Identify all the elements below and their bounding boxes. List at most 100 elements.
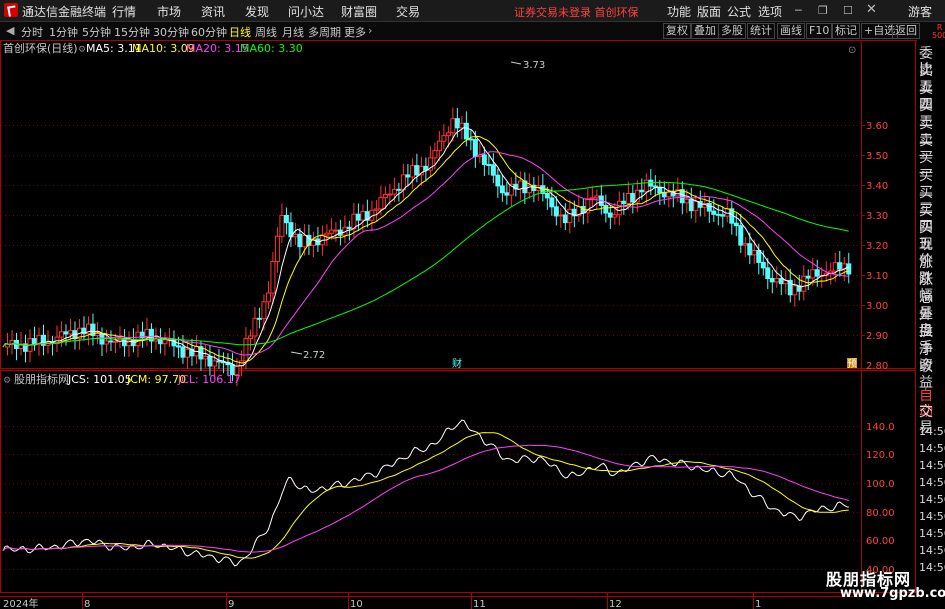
- candle-body: [486, 163, 492, 166]
- menu-jiaoyi[interactable]: 交易: [396, 3, 420, 20]
- candle-body: [630, 192, 636, 203]
- ytick-340: 3.40: [866, 181, 888, 192]
- period-fenshi[interactable]: 分时: [21, 24, 43, 40]
- tool-f10[interactable]: F10: [806, 23, 833, 39]
- xtick-jan: 1: [755, 599, 761, 609]
- stock-title: 首创环保(日线): [3, 41, 78, 55]
- candle-body: [558, 214, 564, 217]
- menu-shichang[interactable]: 市场: [157, 3, 181, 20]
- xtick-oct: 10: [350, 599, 363, 609]
- tool-duogu[interactable]: 多股: [718, 23, 746, 39]
- period-5min[interactable]: 5分钟: [82, 24, 111, 40]
- menu-caifuquan[interactable]: 财富圈: [341, 3, 377, 20]
- minimize-icon[interactable]: ─: [795, 4, 802, 17]
- menu-banmian[interactable]: 版面: [697, 3, 721, 20]
- candle-body: [499, 185, 505, 194]
- candle-body: [391, 188, 397, 195]
- trade-time-4: 14:56: [919, 493, 945, 506]
- candle-body: [333, 229, 339, 232]
- period-30min[interactable]: 30分钟: [153, 24, 189, 40]
- candle-body: [400, 174, 406, 191]
- period-day[interactable]: 日线: [229, 24, 251, 40]
- period-15min[interactable]: 15分钟: [114, 24, 150, 40]
- candle-body: [684, 198, 690, 204]
- indicator-gear-icon[interactable]: ⚙: [3, 376, 11, 386]
- candle-body: [472, 139, 478, 158]
- menu-zixun[interactable]: 资讯: [201, 3, 225, 20]
- restore-icon[interactable]: ❐: [818, 4, 828, 17]
- menu-gongshi[interactable]: 公式: [727, 3, 751, 20]
- period-month[interactable]: 月线: [282, 24, 304, 40]
- menu-hangqing[interactable]: 行情: [112, 3, 136, 20]
- candle-body: [216, 360, 222, 363]
- period-1min[interactable]: 1分钟: [49, 24, 78, 40]
- candle-body: [589, 197, 595, 200]
- tool-huaxian[interactable]: 画线: [777, 23, 805, 39]
- candle-body: [693, 201, 699, 212]
- candle-body: [625, 192, 631, 204]
- candle-body: [814, 269, 820, 277]
- trade-status-message[interactable]: 证券交易未登录 首创环保: [514, 4, 639, 20]
- menu-gongneng[interactable]: 功能: [667, 3, 691, 20]
- ind-ytick-120: 120.0: [866, 450, 895, 461]
- jcs-label: JCS: 101.05: [67, 373, 132, 386]
- candle-body: [607, 212, 613, 218]
- candle-body: [517, 180, 523, 190]
- candle-body: [103, 340, 109, 345]
- low-pointer: [290, 351, 303, 355]
- candle-body: [639, 189, 645, 193]
- candle-body: [423, 165, 429, 171]
- tool-fuquan[interactable]: 复权: [663, 23, 691, 39]
- candle-body: [666, 191, 672, 198]
- guest-login[interactable]: 游客: [908, 3, 932, 20]
- trade-time-3: 14:56: [919, 476, 945, 489]
- candle-body: [661, 192, 667, 198]
- candle-body: [175, 345, 181, 348]
- candle-body: [279, 214, 285, 237]
- candle-body: [63, 331, 69, 335]
- candle-body: [256, 317, 262, 320]
- menu-wenxiaoda[interactable]: 问小达: [288, 3, 324, 20]
- candle-body: [297, 233, 303, 248]
- candle-body: [67, 330, 73, 335]
- high-price-label: 3.73: [523, 60, 545, 71]
- candle-body: [396, 188, 402, 191]
- settings-gear-icon[interactable]: ⚙: [78, 45, 86, 55]
- trade-time-6: 14:56: [919, 527, 945, 540]
- tool-tongji[interactable]: 统计: [747, 23, 775, 39]
- candle-body: [459, 122, 465, 129]
- nav-back-icon[interactable]: ◀: [6, 24, 14, 37]
- trade-time-8: 14:56: [919, 561, 945, 574]
- period-more[interactable]: 更多: [344, 24, 366, 40]
- more-chevron-icon[interactable]: ›: [368, 24, 372, 37]
- jcs-line: [2, 419, 849, 567]
- tool-back[interactable]: 返回: [892, 23, 920, 39]
- forecast-marker[interactable]: 预: [847, 358, 857, 370]
- candle-body: [720, 214, 726, 217]
- finance-marker[interactable]: 财: [452, 357, 462, 370]
- collapse-icon[interactable]: ⊙: [848, 45, 856, 56]
- candle-body: [544, 192, 550, 199]
- menu-faxian[interactable]: 发现: [245, 3, 269, 20]
- close-icon[interactable]: ✕: [866, 2, 877, 17]
- grid-lines: [1, 125, 865, 609]
- kline-chart[interactable]: 首创环保(日线) ⚙ MA5: 3.11 MA10: 3.09 MA20: 3.…: [0, 40, 917, 609]
- tool-biaoji[interactable]: 标记: [832, 23, 860, 39]
- tool-diejia[interactable]: 叠加: [691, 23, 719, 39]
- ytick-330: 3.30: [866, 211, 888, 222]
- candle-body: [495, 174, 501, 187]
- candle-body: [711, 210, 717, 215]
- low-price-label: 2.72: [303, 350, 325, 361]
- period-week[interactable]: 周线: [255, 24, 277, 40]
- period-multi[interactable]: 多周期: [308, 24, 341, 40]
- period-60min[interactable]: 60分钟: [191, 24, 227, 40]
- candle-body: [94, 333, 100, 336]
- candle-body: [562, 214, 568, 224]
- app-logo-icon: [4, 3, 18, 17]
- menu-xuanxiang[interactable]: 选项: [758, 3, 782, 20]
- candle-body: [832, 262, 838, 272]
- ytick-320: 3.20: [866, 241, 888, 252]
- maximize-icon[interactable]: ☐: [843, 4, 853, 17]
- candle-body: [247, 335, 253, 340]
- candle-body: [414, 165, 420, 176]
